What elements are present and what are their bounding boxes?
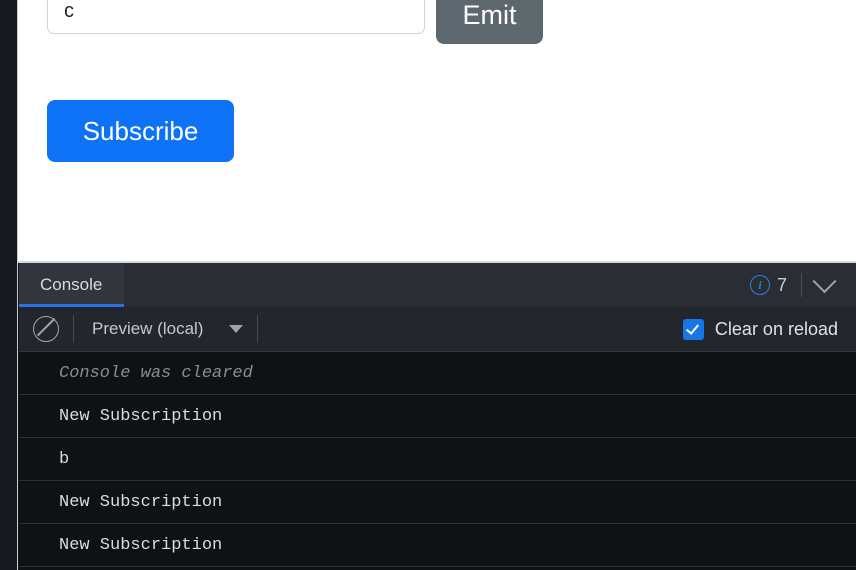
console-source-dropdown[interactable]: Preview (local) [74,319,257,339]
tab-console-label: Console [40,275,103,294]
info-message-count[interactable]: i 7 [740,275,801,296]
console-panel: Console i 7 Preview (local) Clear on rel… [0,261,856,570]
console-message-text: New Subscription [59,535,223,555]
console-message-text: New Subscription [59,406,223,426]
emit-form-row: Emit [19,0,856,44]
console-message-row: New Subscription [19,481,856,524]
clear-on-reload-toggle[interactable]: Clear on reload [682,318,856,340]
emit-button[interactable]: Emit [436,0,543,44]
editor-gutter-strip [0,0,18,570]
clear-on-reload-label: Clear on reload [714,318,838,339]
caret-down-icon [229,325,244,333]
app-preview-pane: Emit Subscribe [0,0,856,261]
console-message-text: b [59,449,70,469]
info-circle-icon: i [749,275,770,295]
clear-on-reload-checkbox[interactable] [682,318,704,340]
tab-console[interactable]: Console [19,263,125,307]
clear-console-button[interactable] [19,307,73,352]
console-toolbar: Preview (local) Clear on reload [19,307,856,352]
console-message-row: New Subscription [19,524,856,567]
chevron-down-icon [811,268,837,293]
emit-value-input[interactable] [47,0,425,34]
console-tabbar: Console i 7 [19,263,856,307]
console-source-label: Preview (local) [92,319,204,338]
tabbar-actions: i 7 [740,263,856,307]
subscribe-button[interactable]: Subscribe [47,100,234,162]
preview-and-console-window: Emit Subscribe Console i 7 [0,0,856,570]
subscribe-row: Subscribe [19,100,856,162]
tabbar-spacer [124,263,740,307]
console-message-text: Console was cleared [59,363,253,383]
console-message-row: New Subscription [19,395,856,438]
ban-icon [33,316,59,342]
console-message-row: b [19,438,856,481]
console-message-list[interactable]: Console was cleared New Subscription b New … [19,352,856,570]
console-message-text: New Subscription [59,492,223,512]
info-count-value: 7 [776,274,787,295]
toolbar-divider-2 [257,315,259,343]
console-message-row: Console was cleared [19,352,856,395]
collapse-console-button[interactable] [802,263,846,307]
